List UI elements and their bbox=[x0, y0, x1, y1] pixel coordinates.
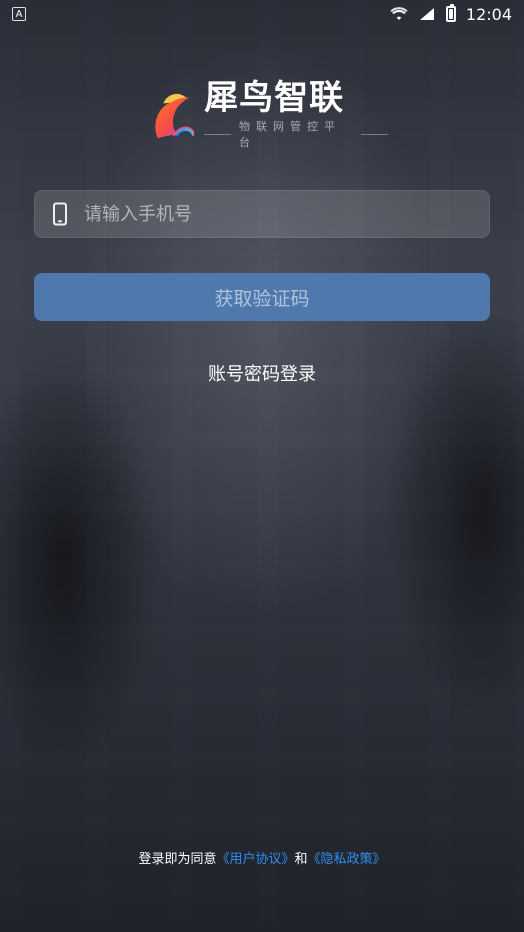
battery-icon bbox=[445, 4, 456, 22]
agreement-text: 登录即为同意《用户协议》和《隐私政策》 bbox=[0, 848, 524, 868]
tagline-divider-right bbox=[361, 133, 388, 135]
brand-tagline-row: 物联网管控平台 bbox=[204, 118, 388, 150]
brand-text: 犀鸟智联 物联网管控平台 bbox=[204, 80, 388, 150]
notification-badge: A bbox=[12, 7, 26, 21]
status-left: A bbox=[12, 7, 26, 21]
brand-name: 犀鸟智联 bbox=[204, 78, 345, 118]
user-agreement-link[interactable]: 《用户协议》 bbox=[216, 852, 294, 867]
tagline-divider-left bbox=[204, 133, 232, 135]
privacy-policy-link[interactable]: 《隐私政策》 bbox=[308, 852, 386, 867]
status-time: 12:04 bbox=[465, 4, 512, 24]
brand-tagline: 物联网管控平台 bbox=[239, 120, 342, 149]
status-bar: A 12:04 bbox=[0, 0, 524, 28]
phone-icon bbox=[53, 202, 67, 226]
brand-mark-icon bbox=[155, 93, 195, 139]
agreement-and: 和 bbox=[294, 852, 308, 867]
signal-icon bbox=[418, 6, 436, 22]
app-logo: 犀鸟智联 物联网管控平台 bbox=[148, 80, 388, 150]
phone-input[interactable] bbox=[82, 191, 466, 237]
agreement-prefix: 登录即为同意 bbox=[138, 852, 217, 867]
phone-field[interactable] bbox=[34, 190, 490, 238]
wifi-icon bbox=[390, 6, 408, 22]
get-code-button[interactable]: 获取验证码 bbox=[34, 273, 490, 321]
account-password-login-link[interactable]: 账号密码登录 bbox=[0, 360, 524, 386]
status-right: 12:04 bbox=[390, 4, 512, 24]
